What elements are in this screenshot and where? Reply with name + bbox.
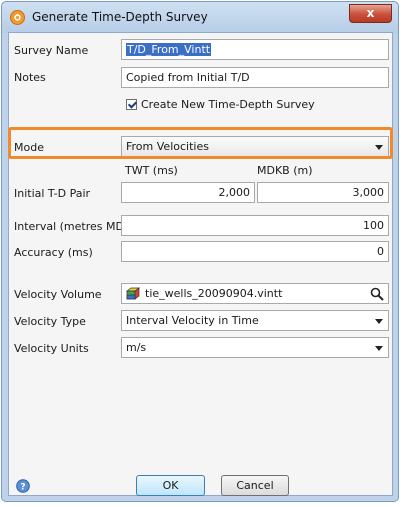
close-button[interactable]: x <box>349 4 392 23</box>
velocity-type-select[interactable]: Interval Velocity in Time <box>121 310 389 331</box>
velocity-volume-value: tie_wells_20090904.vintt <box>145 287 283 300</box>
velocity-type-value: Interval Velocity in Time <box>126 314 259 327</box>
initial-twt-input[interactable]: 2,000 <box>121 182 255 203</box>
ok-button[interactable]: OK <box>136 475 205 496</box>
app-icon <box>10 10 25 25</box>
dialog-window: Generate Time-Depth Survey x Survey Name… <box>1 1 399 502</box>
accuracy-value: 0 <box>377 245 384 258</box>
window-title: Generate Time-Depth Survey <box>32 10 208 24</box>
initial-twt-value: 2,000 <box>218 186 251 199</box>
mode-highlight-frame <box>8 127 393 159</box>
chevron-down-icon <box>375 319 383 324</box>
velocity-volume-label: Velocity Volume <box>14 288 102 301</box>
interval-label: Interval (metres MD) <box>14 220 129 233</box>
accuracy-input[interactable]: 0 <box>121 241 389 262</box>
velocity-units-label: Velocity Units <box>14 342 89 355</box>
interval-value: 100 <box>363 219 384 232</box>
volume-cube-icon <box>126 287 140 300</box>
search-icon[interactable] <box>370 287 384 301</box>
initial-td-pair-label: Initial T-D Pair <box>14 187 91 200</box>
create-new-survey-label: Create New Time-Depth Survey <box>141 98 315 111</box>
help-icon[interactable]: ? <box>16 479 30 493</box>
velocity-volume-input[interactable]: tie_wells_20090904.vintt <box>121 283 389 304</box>
dialog-client-area: Survey Name T/D_From_Vintt Notes Copied … <box>8 32 393 496</box>
interval-input[interactable]: 100 <box>121 215 389 236</box>
chevron-down-icon <box>375 346 383 351</box>
notes-input[interactable]: Copied from Initial T/D <box>121 67 389 88</box>
close-icon: x <box>366 6 375 20</box>
mdkb-column-header: MDKB (m) <box>257 164 313 177</box>
survey-name-value: T/D_From_Vintt <box>126 43 212 56</box>
velocity-units-select[interactable]: m/s <box>121 337 389 358</box>
notes-value: Copied from Initial T/D <box>126 71 250 84</box>
cancel-button-label: Cancel <box>236 479 274 492</box>
twt-column-header: TWT (ms) <box>125 164 178 177</box>
title-bar[interactable]: Generate Time-Depth Survey x <box>2 2 398 33</box>
cancel-button[interactable]: Cancel <box>221 475 289 496</box>
velocity-units-value: m/s <box>126 341 147 354</box>
ok-button-label: OK <box>162 479 179 492</box>
notes-label: Notes <box>14 71 46 84</box>
create-new-survey-checkbox[interactable] <box>126 99 137 110</box>
accuracy-label: Accuracy (ms) <box>14 246 93 259</box>
initial-mdkb-value: 3,000 <box>352 186 385 199</box>
survey-name-input[interactable]: T/D_From_Vintt <box>121 39 389 60</box>
survey-name-label: Survey Name <box>14 44 89 57</box>
velocity-type-label: Velocity Type <box>14 315 86 328</box>
svg-text:?: ? <box>20 483 25 493</box>
initial-mdkb-input[interactable]: 3,000 <box>257 182 389 203</box>
